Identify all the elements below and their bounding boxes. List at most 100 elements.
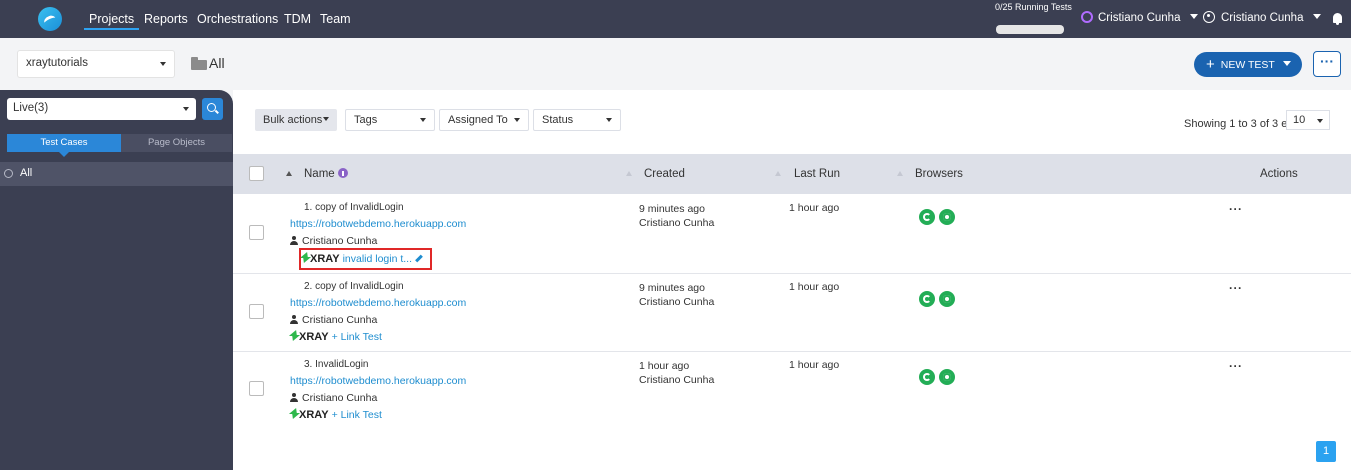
sidebar: Live(3) Test Cases Page Objects All: [0, 90, 233, 470]
chevron-down-icon: [160, 62, 166, 66]
tree-item-all[interactable]: All: [0, 162, 233, 186]
test-title[interactable]: 1. copy of InvalidLogin: [304, 202, 404, 213]
bulk-actions-label: Bulk actions: [263, 114, 323, 126]
project-select[interactable]: xraytutorials: [18, 51, 174, 77]
row-actions-button[interactable]: ···: [1229, 202, 1243, 216]
xray-label: XRAY: [299, 331, 329, 343]
row-actions-button[interactable]: ···: [1229, 281, 1243, 295]
tab-test-cases[interactable]: Test Cases: [7, 134, 121, 157]
person-icon: [290, 315, 298, 324]
page-size-value: 10: [1293, 114, 1306, 126]
new-test-label: NEW TEST: [1220, 59, 1275, 71]
xray-link-row: XRAY + Link Test: [290, 408, 382, 421]
test-owner-name: Cristiano Cunha: [302, 392, 378, 404]
xray-bolt-icon: [290, 330, 298, 341]
table-header: Name Created Last Run Browsers Actions: [233, 154, 1351, 194]
test-owner-name: Cristiano Cunha: [302, 314, 378, 326]
workspace-user-name: Cristiano Cunha: [1098, 12, 1181, 24]
created-ago: 1 hour ago: [639, 360, 690, 372]
edge-browser-icon: [919, 291, 935, 307]
created-ago: 9 minutes ago: [639, 203, 705, 215]
column-browsers[interactable]: Browsers: [915, 168, 963, 180]
pagination-page-1[interactable]: 1: [1316, 441, 1336, 462]
row-checkbox[interactable]: [249, 304, 264, 319]
chevron-down-icon: [606, 118, 612, 122]
link-test-button[interactable]: + Link Test: [332, 331, 382, 343]
chevron-down-icon: [420, 118, 426, 122]
sort-icon[interactable]: [775, 171, 781, 176]
last-run-cell: 1 hour ago: [789, 202, 840, 214]
new-test-button[interactable]: + NEW TEST: [1194, 52, 1302, 77]
sub-header: xraytutorials All + NEW TEST ···: [0, 38, 1351, 90]
chevron-down-icon: [1282, 61, 1291, 66]
person-icon: [290, 236, 298, 245]
chevron-down-icon: [1190, 14, 1199, 19]
radio-circle-icon: [4, 169, 13, 178]
page-size-select[interactable]: 10: [1286, 110, 1330, 130]
chevron-down-icon: [183, 107, 189, 111]
user-avatar-icon: [1203, 11, 1215, 23]
table-row[interactable]: 3. InvalidLogin https://robotwebdemo.her…: [233, 352, 1351, 428]
nav-projects[interactable]: Projects: [84, 10, 140, 30]
bell-icon[interactable]: [1333, 13, 1342, 25]
test-title[interactable]: 2. copy of InvalidLogin: [304, 281, 404, 292]
status-label: Status: [542, 114, 574, 126]
row-checkbox[interactable]: [249, 225, 264, 240]
column-created[interactable]: Created: [644, 168, 685, 180]
chevron-down-icon: [1317, 119, 1323, 123]
last-run-cell: 1 hour ago: [789, 359, 840, 371]
table-row[interactable]: 2. copy of InvalidLogin https://robotweb…: [233, 274, 1351, 352]
tab-page-objects[interactable]: Page Objects: [121, 134, 232, 152]
filter-select[interactable]: Live(3): [7, 98, 196, 120]
test-title[interactable]: 3. InvalidLogin: [304, 359, 369, 370]
account-user-menu[interactable]: Cristiano Cunha: [1203, 11, 1322, 24]
person-icon: [290, 393, 298, 402]
column-name[interactable]: Name: [304, 168, 348, 180]
created-cell: 9 minutes ago Cristiano Cunha: [639, 202, 714, 230]
status-select[interactable]: Status: [533, 109, 621, 131]
nav-tdm[interactable]: TDM: [279, 10, 316, 30]
chevron-down-icon: [514, 118, 520, 122]
nav-team[interactable]: Team: [315, 10, 356, 30]
plus-icon: +: [1206, 56, 1215, 73]
test-url-link[interactable]: https://robotwebdemo.herokuapp.com: [290, 218, 466, 230]
tree-item-label: All: [20, 167, 33, 179]
account-user-name: Cristiano Cunha: [1221, 12, 1304, 24]
info-icon[interactable]: [337, 168, 348, 178]
row-checkbox[interactable]: [249, 381, 264, 396]
assigned-to-label: Assigned To: [448, 114, 508, 126]
created-cell: 9 minutes ago Cristiano Cunha: [639, 281, 714, 309]
workspace-circle-icon: [1081, 11, 1093, 23]
search-button[interactable]: [202, 98, 223, 120]
xray-link-row: XRAY + Link Test: [290, 330, 382, 343]
nav-orchestrations[interactable]: Orchestrations: [192, 10, 283, 30]
column-last-run[interactable]: Last Run: [794, 168, 840, 180]
nav-reports[interactable]: Reports: [139, 10, 193, 30]
tags-select[interactable]: Tags: [345, 109, 435, 131]
created-by: Cristiano Cunha: [639, 374, 715, 386]
workspace-user-menu[interactable]: Cristiano Cunha: [1081, 11, 1199, 24]
created-by: Cristiano Cunha: [639, 296, 715, 308]
test-owner: Cristiano Cunha: [290, 392, 377, 404]
folder-breadcrumb: All: [209, 55, 225, 71]
row-actions-button[interactable]: ···: [1229, 359, 1243, 373]
link-test-button[interactable]: + Link Test: [332, 409, 382, 421]
more-options-button[interactable]: ···: [1313, 51, 1341, 77]
column-name-label: Name: [304, 168, 335, 180]
tags-label: Tags: [354, 114, 378, 126]
main-panel: Bulk actions Tags Assigned To Status Sho…: [233, 90, 1351, 470]
table-row[interactable]: 1. copy of InvalidLogin https://robotweb…: [233, 194, 1351, 274]
project-select-value: xraytutorials: [26, 57, 88, 69]
test-url-link[interactable]: https://robotwebdemo.herokuapp.com: [290, 375, 466, 387]
chrome-browser-icon: [939, 369, 955, 385]
assigned-to-select[interactable]: Assigned To: [439, 109, 529, 131]
sort-icon[interactable]: [626, 171, 632, 176]
top-nav: Projects Reports Orchestrations TDM Team…: [0, 0, 1351, 38]
sort-asc-icon[interactable]: [286, 171, 292, 176]
test-url-link[interactable]: https://robotwebdemo.herokuapp.com: [290, 297, 466, 309]
sort-icon[interactable]: [897, 171, 903, 176]
bulk-actions-button[interactable]: Bulk actions: [255, 109, 337, 131]
xray-bolt-icon: [290, 408, 298, 419]
app-logo-icon[interactable]: [38, 7, 62, 31]
select-all-checkbox[interactable]: [249, 166, 264, 181]
